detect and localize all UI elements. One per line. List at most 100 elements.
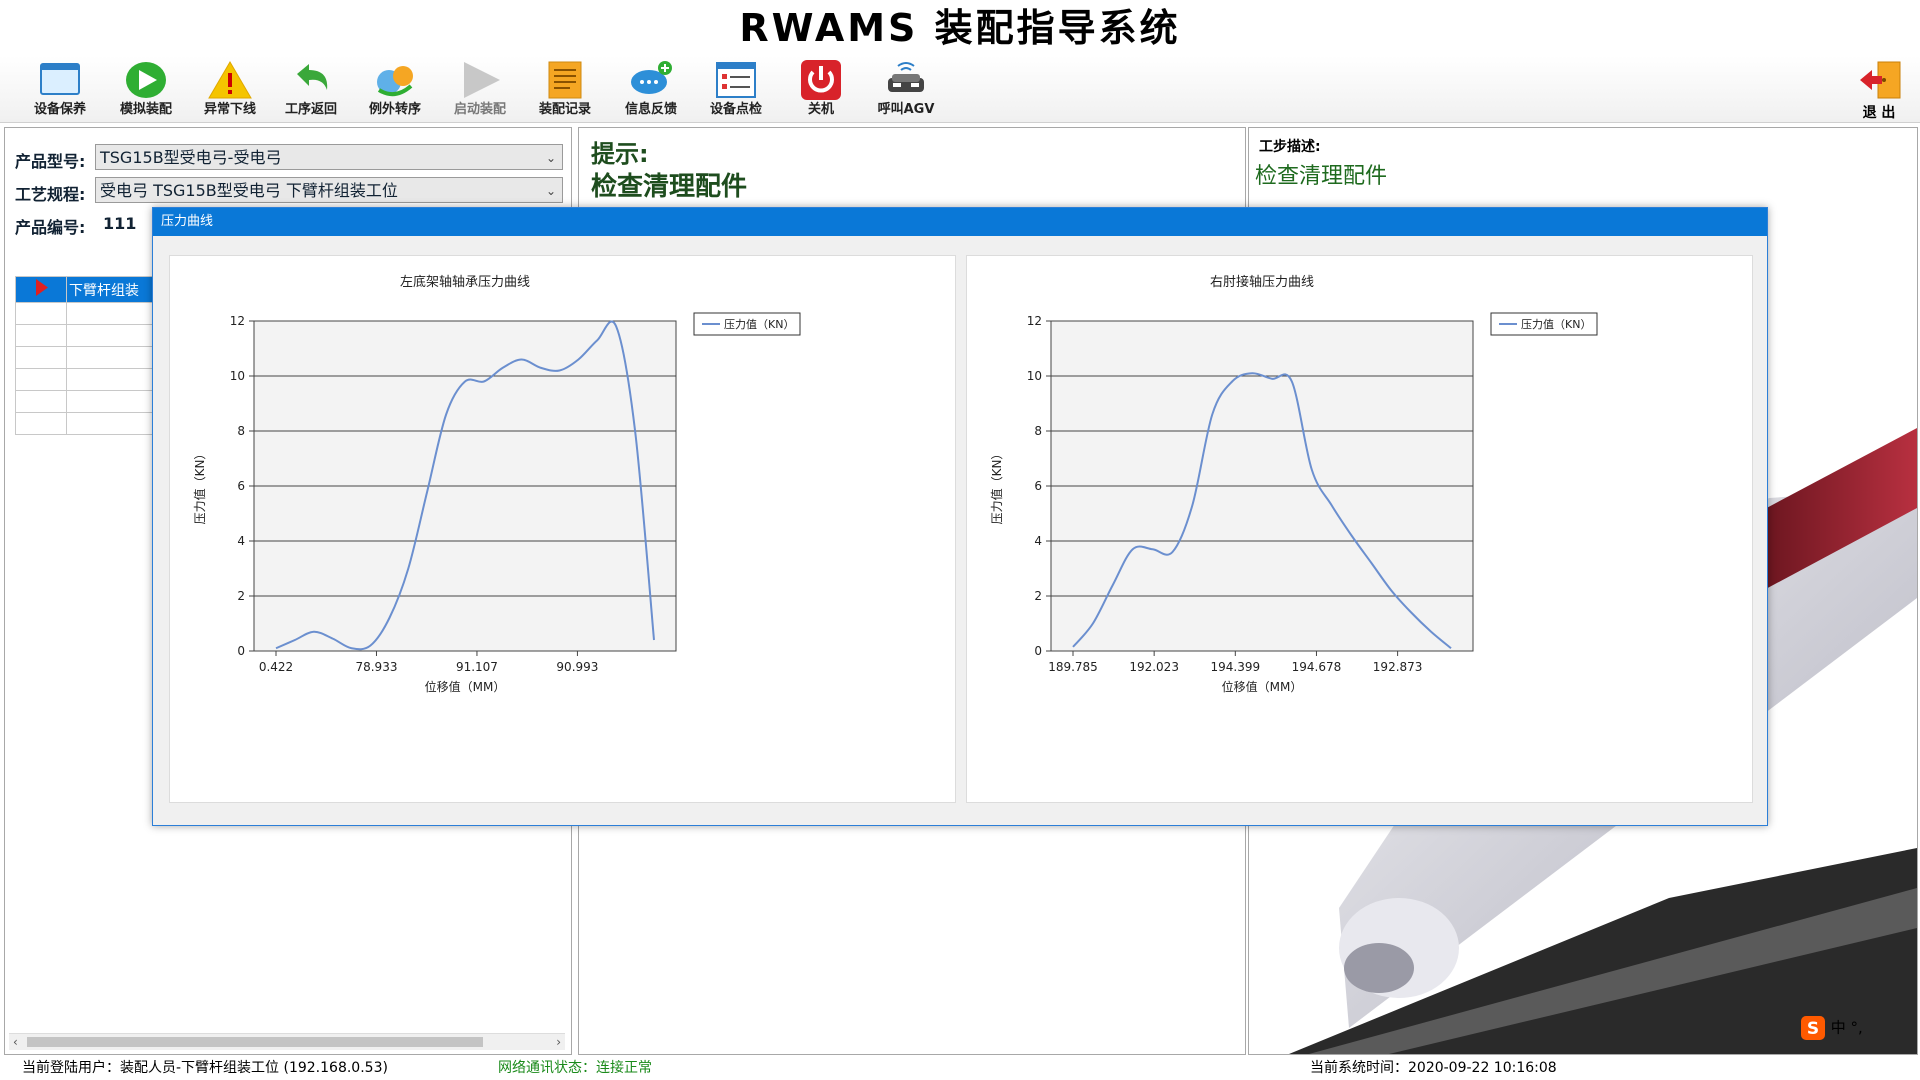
tool-exception-transfer[interactable]: 例外转序 bbox=[353, 58, 437, 122]
table-cell bbox=[15, 324, 67, 347]
tool-start-assembly[interactable]: 启动装配 bbox=[438, 58, 522, 122]
status-bar: 当前登陆用户：装配人员-下臂杆组装工位 (192.168.0.53) 网络通讯状… bbox=[0, 1057, 1920, 1080]
toolbar: 设备保养 模拟装配 异常下线 工序返回 例外转序 启动装配 装配记录 信息反馈 … bbox=[0, 56, 1920, 123]
step-text: 检查清理配件 bbox=[1255, 164, 1388, 189]
y-tick-label: 6 bbox=[1034, 479, 1042, 493]
play-disabled-icon bbox=[464, 62, 500, 98]
status-network-value: 连接正常 bbox=[596, 1060, 652, 1076]
scroll-right-icon[interactable]: › bbox=[556, 1034, 561, 1050]
chart-panel-left: 左底架轴轴承压力曲线 0 2 4 6 8 10 12 0.422 78.933 91.107 90.9… bbox=[169, 255, 956, 803]
exit-button[interactable]: 退 出 bbox=[1844, 58, 1914, 122]
y-tick-label: 12 bbox=[1027, 314, 1042, 328]
tool-equipment-check[interactable]: 设备点检 bbox=[694, 58, 778, 122]
chevron-down-icon: ⌄ bbox=[545, 184, 556, 198]
return-arrow-icon bbox=[297, 64, 328, 90]
tool-label: 设备保养 bbox=[33, 102, 86, 117]
table-cell bbox=[15, 346, 67, 369]
product-model-value: TSG15B型受电弓-受电弓 bbox=[100, 148, 282, 167]
x-tick-label: 194.399 bbox=[1210, 660, 1260, 674]
x-tick-label: 189.785 bbox=[1048, 660, 1098, 674]
y-tick-label: 2 bbox=[1034, 589, 1042, 603]
tool-shutdown[interactable]: 关机 bbox=[779, 58, 863, 122]
y-axis-label: 压力值（KN） bbox=[192, 448, 207, 525]
tool-abnormal-offline[interactable]: 异常下线 bbox=[188, 58, 272, 122]
tool-label: 设备点检 bbox=[709, 102, 762, 117]
tool-process-return[interactable]: 工序返回 bbox=[269, 58, 353, 122]
ime-indicator[interactable]: S 中 °, bbox=[1800, 1015, 1920, 1041]
y-tick-label: 4 bbox=[1034, 534, 1042, 548]
process-select[interactable]: 受电弓 TSG15B型受电弓 下臂杆组装工位 ⌄ bbox=[95, 177, 563, 203]
x-tick-label: 0.422 bbox=[259, 660, 293, 674]
table-cell bbox=[15, 412, 67, 435]
y-tick-label: 4 bbox=[237, 534, 245, 548]
tool-label: 信息反馈 bbox=[624, 102, 677, 117]
pressure-chart-left: 左底架轴轴承压力曲线 0 2 4 6 8 10 12 0.422 78.933 91.107 90.9… bbox=[192, 274, 801, 694]
process-row: 工艺规程: 受电弓 TSG15B型受电弓 下臂杆组装工位 ⌄ bbox=[15, 177, 565, 205]
x-tick-label: 78.933 bbox=[355, 660, 397, 674]
y-tick-label: 2 bbox=[237, 589, 245, 603]
tool-label: 模拟装配 bbox=[119, 102, 172, 117]
y-tick-label: 10 bbox=[230, 369, 245, 383]
y-axis-label: 压力值（KN） bbox=[989, 448, 1004, 525]
chat-icon bbox=[631, 61, 672, 94]
sogou-ime-icon: S bbox=[1801, 1016, 1825, 1040]
process-label: 工艺规程: bbox=[15, 185, 86, 204]
tool-label: 工序返回 bbox=[284, 102, 337, 117]
process-value: 受电弓 TSG15B型受电弓 下臂杆组装工位 bbox=[100, 181, 398, 200]
exit-label: 退 出 bbox=[1862, 105, 1896, 121]
scroll-thumb[interactable] bbox=[27, 1037, 483, 1047]
y-tick-label: 6 bbox=[237, 479, 245, 493]
product-no-label: 产品编号: bbox=[15, 218, 86, 237]
chevron-down-icon: ⌄ bbox=[545, 151, 556, 165]
tool-assembly-record[interactable]: 装配记录 bbox=[523, 58, 607, 122]
x-tick-label: 192.023 bbox=[1129, 660, 1179, 674]
x-axis-label: 位移值（MM） bbox=[425, 679, 506, 694]
y-tick-label: 0 bbox=[237, 644, 245, 658]
tool-info-feedback[interactable]: 信息反馈 bbox=[609, 58, 693, 122]
scroll-left-icon[interactable]: ‹ bbox=[13, 1034, 18, 1050]
x-tick-label: 90.993 bbox=[556, 660, 598, 674]
tool-equipment-maintenance[interactable]: 设备保养 bbox=[18, 58, 102, 122]
product-model-row: 产品型号: TSG15B型受电弓-受电弓 ⌄ bbox=[15, 144, 565, 172]
tool-simulate-assembly[interactable]: 模拟装配 bbox=[104, 58, 188, 122]
status-time: 当前系统时间：2020-09-22 10:16:08 bbox=[1310, 1060, 1557, 1076]
x-tick-label: 194.678 bbox=[1292, 660, 1342, 674]
product-model-label: 产品型号: bbox=[15, 152, 86, 171]
checklist-icon bbox=[716, 62, 756, 98]
x-tick-label: 91.107 bbox=[456, 660, 498, 674]
y-tick-label: 10 bbox=[1027, 369, 1042, 383]
svg-text:S: S bbox=[1807, 1019, 1819, 1039]
tool-label: 异常下线 bbox=[203, 102, 256, 117]
x-axis-label: 位移值（MM） bbox=[1222, 679, 1303, 694]
table-cell bbox=[15, 368, 67, 391]
legend-label: 压力值（KN） bbox=[1521, 318, 1591, 331]
chart-title: 左底架轴轴承压力曲线 bbox=[400, 274, 530, 290]
product-model-select[interactable]: TSG15B型受电弓-受电弓 ⌄ bbox=[95, 144, 563, 170]
y-tick-label: 8 bbox=[237, 424, 245, 438]
exception-transfer-icon bbox=[377, 66, 413, 97]
pressure-curve-dialog[interactable]: 压力曲线 左底架轴轴承压力曲线 0 2 4 6 8 10 12 0.422 78.933 91.10… bbox=[152, 207, 1768, 826]
y-tick-label: 8 bbox=[1034, 424, 1042, 438]
ime-mode-text: 中 °, bbox=[1830, 1018, 1863, 1037]
y-tick-label: 0 bbox=[1034, 644, 1042, 658]
agv-icon bbox=[888, 62, 924, 92]
table-cell bbox=[15, 390, 67, 413]
current-row-arrow-icon bbox=[36, 279, 48, 296]
tool-label: 装配记录 bbox=[538, 102, 591, 117]
tool-label: 启动装配 bbox=[453, 102, 506, 117]
tool-label: 关机 bbox=[807, 102, 834, 117]
dialog-title: 压力曲线 bbox=[153, 208, 1767, 236]
chart-panel-right: 右肘接轴压力曲线 0 2 4 6 8 10 12 189.785 192.023 194.399 19… bbox=[966, 255, 1753, 803]
hint-text: 检查清理配件 bbox=[591, 172, 748, 202]
table-cell bbox=[15, 302, 67, 325]
status-user: 当前登陆用户：装配人员-下臂杆组装工位 (192.168.0.53) bbox=[22, 1060, 388, 1076]
step-label: 工步描述: bbox=[1259, 139, 1321, 155]
tool-label: 呼叫AGV bbox=[877, 102, 935, 117]
pressure-chart-right: 右肘接轴压力曲线 0 2 4 6 8 10 12 189.785 192.023 194.399 19… bbox=[989, 274, 1598, 694]
x-tick-label: 192.873 bbox=[1373, 660, 1423, 674]
horizontal-scrollbar[interactable]: ‹ › bbox=[9, 1033, 565, 1050]
legend-label: 压力值（KN） bbox=[724, 318, 794, 331]
tool-call-agv[interactable]: 呼叫AGV bbox=[864, 58, 948, 122]
tool-label: 例外转序 bbox=[368, 102, 421, 117]
product-no-value: 111 bbox=[103, 214, 137, 233]
